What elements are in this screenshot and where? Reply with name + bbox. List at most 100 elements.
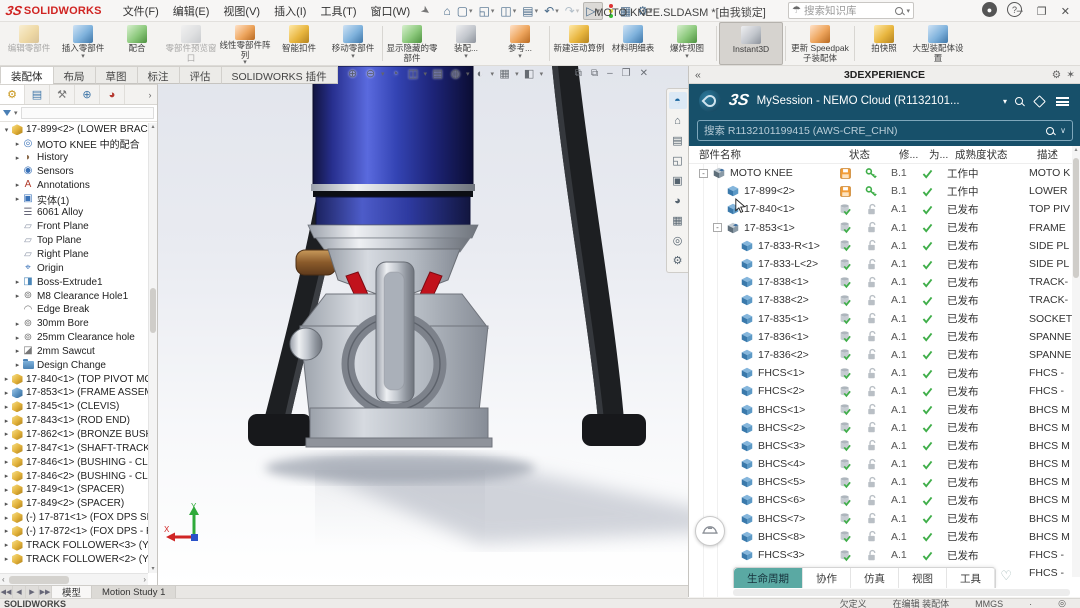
- custom-properties-icon[interactable]: ▦: [669, 212, 687, 229]
- dx-vertical-scrollbar[interactable]: ▴: [1072, 146, 1080, 577]
- menu-视图[interactable]: 视图(V): [216, 1, 267, 21]
- dx-pin-icon[interactable]: ✶: [1066, 69, 1075, 81]
- tab-标注[interactable]: 标注: [137, 66, 180, 84]
- tree-expander-icon[interactable]: ▸: [2, 458, 11, 466]
- tree-expander-icon[interactable]: ▸: [13, 334, 22, 342]
- tree-expander-icon[interactable]: ▸: [13, 140, 22, 148]
- pin-menu-icon[interactable]: ➤: [418, 3, 433, 19]
- dx-horizontal-scrollbar[interactable]: [733, 589, 1070, 596]
- feature-tree-item[interactable]: ▸17-849<1> (SPACER): [0, 483, 148, 497]
- row-collapse-icon[interactable]: -: [699, 169, 708, 178]
- home-icon[interactable]: ⌂: [441, 3, 452, 19]
- col-name[interactable]: 部件名称: [699, 147, 849, 162]
- model-tab-Motion Study 1[interactable]: Motion Study 1: [92, 586, 176, 598]
- open-document-icon[interactable]: ◱▾: [477, 3, 497, 19]
- dx-search-field-icon[interactable]: [1046, 127, 1054, 135]
- search-icon[interactable]: [895, 7, 903, 15]
- cmd-Instant3D[interactable]: Instant3D: [719, 22, 783, 65]
- feature-tree-item[interactable]: ▱Front Plane: [0, 220, 148, 234]
- menu-文件[interactable]: 文件(F): [116, 1, 166, 21]
- col-status[interactable]: 状态: [849, 147, 899, 162]
- row-name[interactable]: FHCS<2>: [758, 385, 805, 397]
- dx-table-row[interactable]: BHCS<2>A.1已发布BHCS M: [689, 419, 1073, 437]
- row-name[interactable]: 17-838<1>: [758, 276, 809, 288]
- row-name[interactable]: 17-833-L<2>: [758, 258, 818, 270]
- graphics-viewport[interactable]: ⊕⊖▾◔◫▾▤◍▾◐▾▦▾◧▾ ⧉⧉–❐✕ Y X ◓⌂▤◱▣◕▦◎⚙: [150, 66, 688, 585]
- feature-tree-item[interactable]: ▸⊚M8 Clearance Hole1: [0, 289, 148, 303]
- filter-dropdown-icon[interactable]: ▾: [14, 109, 18, 117]
- row-name[interactable]: FHCS<1>: [758, 367, 805, 379]
- dx-table-row[interactable]: -17-853<1>A.1已发布FRAME: [689, 219, 1073, 237]
- col-description[interactable]: 描述: [1037, 147, 1073, 162]
- view-palette-icon[interactable]: ▣: [669, 172, 687, 189]
- feature-tree-item[interactable]: ◠Edge Break: [0, 303, 148, 317]
- tab-装配体[interactable]: 装配体: [0, 66, 54, 84]
- dx-settings-gear-icon[interactable]: ⚙: [1052, 69, 1061, 81]
- row-name[interactable]: 17-833-R<1>: [758, 240, 820, 252]
- cmd-dropdown-icon[interactable]: ▾: [518, 54, 522, 59]
- tree-expander-icon[interactable]: ▸: [13, 154, 22, 162]
- 3dexperience-compass-icon[interactable]: [699, 90, 721, 112]
- row-name[interactable]: BHCS<7>: [758, 513, 805, 525]
- tree-expander-icon[interactable]: ▾: [2, 126, 11, 134]
- tree-expander-icon[interactable]: ▸: [13, 347, 22, 355]
- tree-expander-icon[interactable]: ▸: [2, 500, 11, 508]
- row-name[interactable]: 17-835<1>: [758, 313, 809, 325]
- favorites-heart-icon[interactable]: ♡: [1000, 568, 1012, 584]
- cmd-dropdown-icon[interactable]: ▾: [464, 54, 468, 59]
- dx-table-row[interactable]: BHCS<3>A.1已发布BHCS M: [689, 437, 1073, 455]
- feature-tree-item[interactable]: ⌖Origin: [0, 261, 148, 275]
- dx-table-row[interactable]: FHCS<2>A.1已发布FHCS -: [689, 382, 1073, 400]
- tab-草图[interactable]: 草图: [95, 66, 138, 84]
- dx-table-row[interactable]: BHCS<6>A.1已发布BHCS M: [689, 491, 1073, 509]
- row-name[interactable]: BHCS<5>: [758, 476, 805, 488]
- feature-tree-item[interactable]: ▸17-846<2> (BUSHING - CLE: [0, 469, 148, 483]
- cmd-装配-[interactable]: 装配...▾: [439, 22, 493, 65]
- feature-tree-item[interactable]: ▸17-843<1> (ROD END): [0, 414, 148, 428]
- solidworks-resources-icon[interactable]: ◎: [669, 232, 687, 249]
- menu-插入[interactable]: 插入(I): [267, 1, 313, 21]
- tree-expander-icon[interactable]: ▸: [2, 541, 11, 549]
- feature-tree-item[interactable]: ▸◎MOTO KNEE 中的配合: [0, 137, 148, 151]
- row-name[interactable]: BHCS<3>: [758, 440, 805, 452]
- feature-tree-item[interactable]: ▱Top Plane: [0, 234, 148, 248]
- session-dropdown-icon[interactable]: ▾: [1003, 97, 1007, 106]
- feature-tree-item[interactable]: ▸17-849<2> (SPACER): [0, 497, 148, 511]
- feature-tree-item[interactable]: ▸(-) 17-871<1> (FOX DPS SH: [0, 511, 148, 525]
- undo-icon[interactable]: ↶▾: [542, 3, 561, 19]
- settings-icon[interactable]: ⚙: [669, 252, 687, 269]
- status-tag-icon[interactable]: ◎: [1058, 598, 1066, 608]
- feature-tree-item[interactable]: ▸⊚30mm Bore: [0, 317, 148, 331]
- knowledge-base-search[interactable]: ☂ 搜索知识库 ▾: [788, 2, 914, 19]
- dx-table-row[interactable]: FHCS<3>A.1已发布FHCS -: [689, 546, 1073, 564]
- feature-tree-item[interactable]: ▸◪2mm Sawcut: [0, 345, 148, 359]
- row-name[interactable]: BHCS<4>: [758, 458, 805, 470]
- menu-编辑[interactable]: 编辑(E): [166, 1, 217, 21]
- cmd-线性零部件阵列[interactable]: 线性零部件阵列▾: [218, 22, 272, 65]
- row-name[interactable]: 17-838<2>: [758, 294, 809, 306]
- appearances-icon[interactable]: ◕: [669, 192, 687, 209]
- dx-search-field[interactable]: 搜索 R1132101199415 (AWS-CRE_CHN) ∨: [697, 120, 1073, 141]
- feature-tree-item[interactable]: ▸17-846<1> (BUSHING - CLE: [0, 455, 148, 469]
- dx-table-row[interactable]: 17-836<2>A.1已发布SPANNE: [689, 346, 1073, 364]
- prev-tab-button[interactable]: ◀: [13, 586, 26, 598]
- tree-expander-icon[interactable]: ▸: [13, 361, 22, 369]
- last-tab-button[interactable]: ▶▶: [39, 586, 52, 598]
- dx-table-row[interactable]: 17-833-R<1>A.1已发布SIDE PL: [689, 237, 1073, 255]
- first-tab-button[interactable]: ◀◀: [0, 586, 13, 598]
- close-button[interactable]: ✕: [1061, 5, 1070, 18]
- expand-panel-icon[interactable]: ›: [143, 85, 157, 104]
- row-name[interactable]: 17-836<1>: [758, 331, 809, 343]
- feature-tree-item[interactable]: ▸(-) 17-872<1> (FOX DPS - R: [0, 524, 148, 538]
- tree-expander-icon[interactable]: ▸: [13, 195, 22, 203]
- dx-table-row[interactable]: BHCS<7>A.1已发布BHCS M: [689, 510, 1073, 528]
- tree-expander-icon[interactable]: ▸: [2, 389, 11, 397]
- dx-table-row[interactable]: -MOTO KNEEB.1工作中MOTO K: [689, 164, 1073, 182]
- dx-table-row[interactable]: BHCS<1>A.1已发布BHCS M: [689, 400, 1073, 418]
- model-canvas[interactable]: [150, 66, 688, 585]
- feature-tree-item[interactable]: ▸◨Boss-Extrude1: [0, 275, 148, 289]
- feature-tree-item[interactable]: ▸TRACK FOLLOWER<3> (YOI: [0, 538, 148, 552]
- tree-expander-icon[interactable]: ▸: [2, 555, 11, 563]
- row-name[interactable]: BHCS<1>: [758, 404, 805, 416]
- feature-tree-item[interactable]: ◉Sensors: [0, 165, 148, 179]
